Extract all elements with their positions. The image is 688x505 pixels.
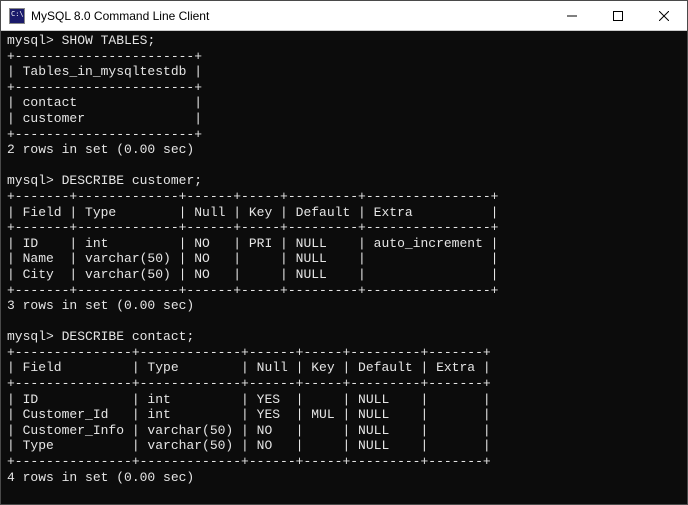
table-border: +-----------------------+	[7, 127, 202, 142]
table-row: | contact |	[7, 95, 202, 110]
close-button[interactable]	[641, 1, 687, 30]
command-describe-contact: DESCRIBE contact;	[62, 329, 195, 344]
table-row: | City | varchar(50) | NO | | NULL | |	[7, 267, 498, 282]
minimize-button[interactable]	[549, 1, 595, 30]
terminal-output[interactable]: mysql> SHOW TABLES; +-------------------…	[1, 31, 687, 504]
command-describe-customer: DESCRIBE customer;	[62, 173, 202, 188]
table-border: +-------+-------------+------+-----+----…	[7, 220, 498, 235]
table-border: +---------------+-------------+------+--…	[7, 376, 491, 391]
table-row: | Name | varchar(50) | NO | | NULL | |	[7, 251, 498, 266]
window-title: MySQL 8.0 Command Line Client	[31, 9, 549, 23]
maximize-button[interactable]	[595, 1, 641, 30]
app-icon	[9, 8, 25, 24]
close-icon	[659, 11, 669, 21]
table-row: | Customer_Id | int | YES | MUL | NULL |…	[7, 407, 491, 422]
window-controls	[549, 1, 687, 30]
status-line: 4 rows in set (0.00 sec)	[7, 470, 194, 485]
table-header: | Field | Type | Null | Key | Default | …	[7, 205, 498, 220]
table-row: | Type | varchar(50) | NO | | NULL | |	[7, 438, 491, 453]
table-border: +-----------------------+	[7, 80, 202, 95]
status-line: 3 rows in set (0.00 sec)	[7, 298, 194, 313]
titlebar: MySQL 8.0 Command Line Client	[1, 1, 687, 31]
prompt: mysql>	[7, 173, 54, 188]
table-header: | Field | Type | Null | Key | Default | …	[7, 360, 491, 375]
table-border: +---------------+-------------+------+--…	[7, 454, 491, 469]
table-border: +---------------+-------------+------+--…	[7, 345, 491, 360]
prompt: mysql>	[7, 33, 54, 48]
command-show-tables: SHOW TABLES;	[62, 33, 156, 48]
table-row: | ID | int | NO | PRI | NULL | auto_incr…	[7, 236, 498, 251]
table-row: | customer |	[7, 111, 202, 126]
table-row: | Customer_Info | varchar(50) | NO | | N…	[7, 423, 491, 438]
prompt: mysql>	[7, 329, 54, 344]
app-window: MySQL 8.0 Command Line Client mysql> SHO…	[0, 0, 688, 505]
table-border: +-------+-------------+------+-----+----…	[7, 189, 498, 204]
table-row: | ID | int | YES | | NULL | |	[7, 392, 491, 407]
table-border: +-------+-------------+------+-----+----…	[7, 283, 498, 298]
maximize-icon	[613, 11, 623, 21]
status-line: 2 rows in set (0.00 sec)	[7, 142, 194, 157]
minimize-icon	[567, 11, 577, 21]
table-border: +-----------------------+	[7, 49, 202, 64]
table-header: | Tables_in_mysqltestdb |	[7, 64, 202, 79]
